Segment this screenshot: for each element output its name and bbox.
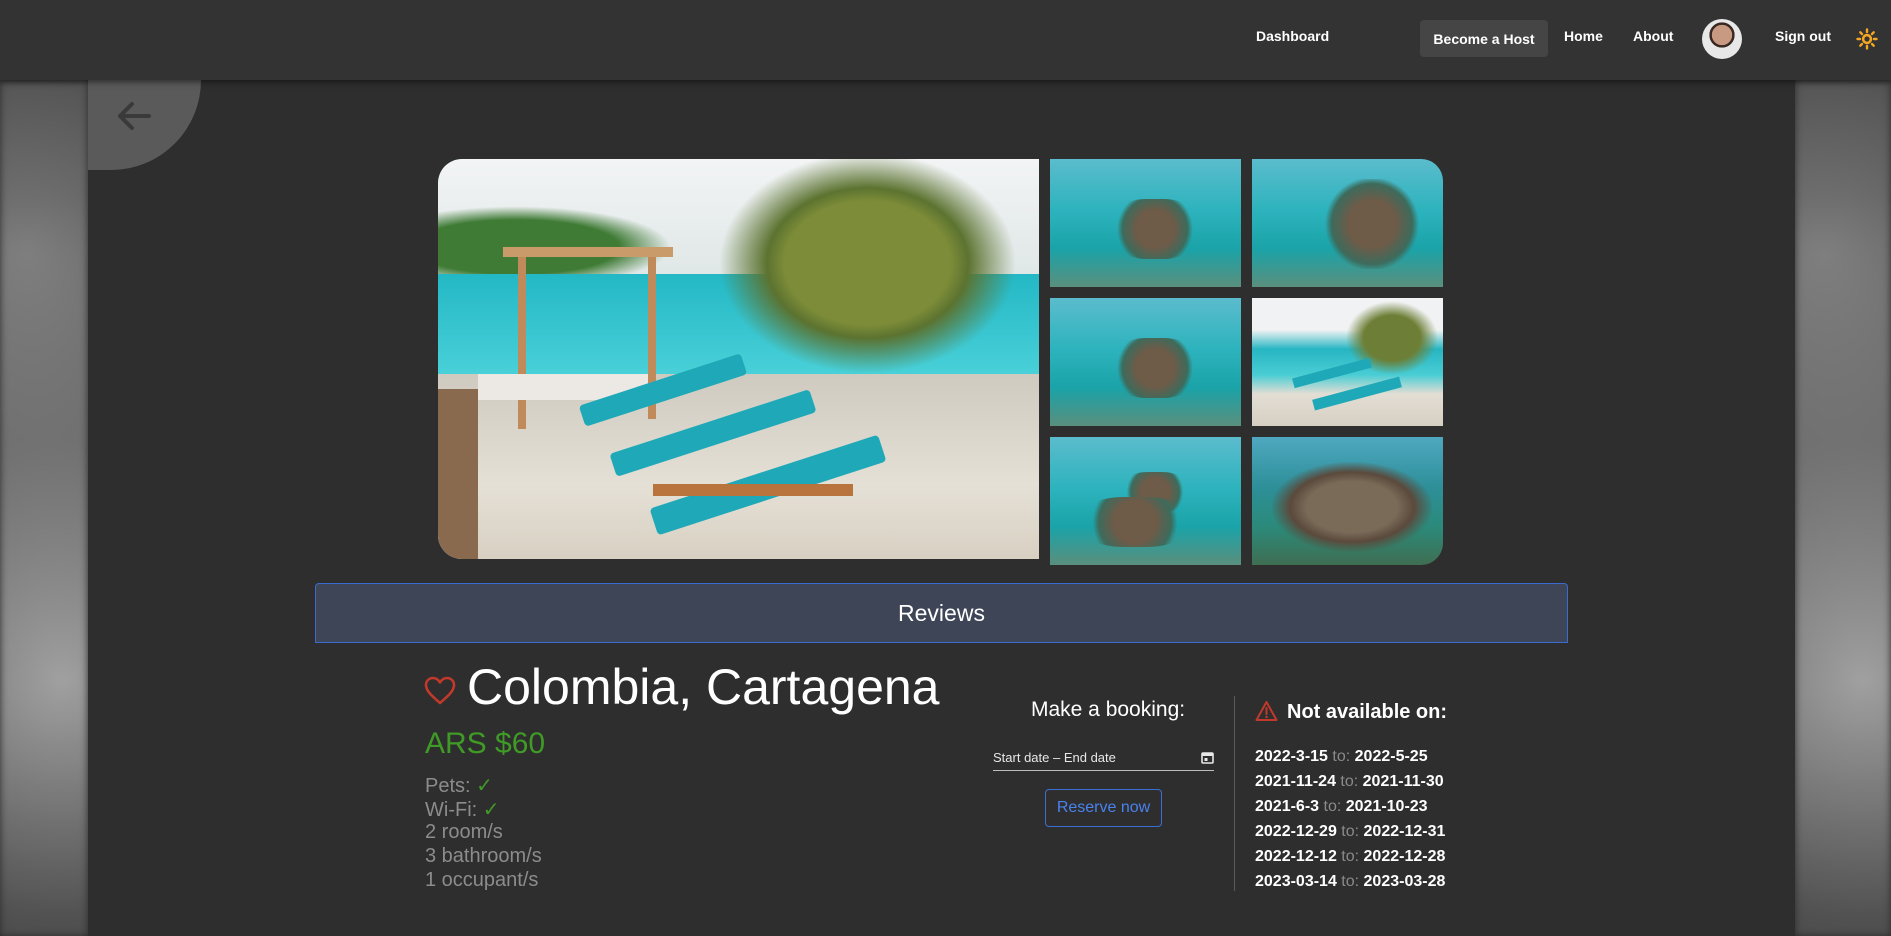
- wifi-feature: Wi-Fi: ✓: [425, 797, 500, 822]
- wifi-label: Wi-Fi:: [425, 799, 478, 821]
- range-start: 2022-12-29: [1255, 823, 1337, 840]
- sign-out-link[interactable]: Sign out: [1775, 28, 1831, 44]
- nav-dashboard-link[interactable]: Dashboard: [1256, 28, 1329, 44]
- date-range-placeholder: Start date – End date: [993, 750, 1116, 765]
- unavailable-range: 2021-6-3 to: 2021-10-23: [1255, 798, 1428, 816]
- unavailable-range: 2023-03-14 to: 2023-03-28: [1255, 873, 1445, 891]
- reviews-tab[interactable]: Reviews: [315, 583, 1568, 643]
- range-start: 2021-6-3: [1255, 798, 1320, 815]
- background-image-left: [0, 80, 88, 936]
- user-avatar[interactable]: [1702, 19, 1742, 59]
- range-to-label: to:: [1336, 848, 1364, 865]
- sun-icon[interactable]: [1856, 28, 1878, 50]
- listing-title: Colombia, Cartagena: [467, 659, 940, 715]
- range-end: 2022-12-28: [1363, 848, 1446, 865]
- range-to-label: to:: [1327, 748, 1355, 765]
- range-end: 2022-5-25: [1354, 748, 1428, 765]
- reserve-now-button[interactable]: Reserve now: [1045, 789, 1162, 827]
- main-photo[interactable]: [438, 159, 1039, 559]
- gallery-thumbnail[interactable]: [1252, 159, 1443, 287]
- date-range-input[interactable]: Start date – End date: [993, 745, 1214, 771]
- background-image-right: [1795, 80, 1891, 936]
- become-host-button[interactable]: Become a Host: [1420, 20, 1548, 57]
- unavailable-range: 2022-12-29 to: 2022-12-31: [1255, 823, 1445, 841]
- range-to-label: to:: [1336, 873, 1364, 890]
- pets-label: Pets:: [425, 775, 471, 797]
- listing-price: ARS $60: [425, 727, 546, 760]
- range-to-label: to:: [1319, 798, 1346, 815]
- gallery-thumbnail[interactable]: [1252, 298, 1443, 426]
- bathrooms-feature: 3 bathroom/s: [425, 845, 542, 867]
- rooms-feature: 2 room/s: [425, 821, 503, 843]
- navbar: Dashboard Become a Host Home About Sign …: [0, 0, 1891, 80]
- range-start: 2023-03-14: [1255, 873, 1337, 890]
- nav-home-link[interactable]: Home: [1564, 28, 1603, 44]
- pets-check-icon: ✓: [476, 775, 493, 797]
- calendar-icon[interactable]: [1201, 751, 1214, 764]
- nav-about-link[interactable]: About: [1633, 28, 1673, 44]
- gallery-thumbnail[interactable]: [1252, 437, 1443, 565]
- gallery-thumbnail[interactable]: [1050, 298, 1241, 426]
- photo-gallery: [438, 159, 1444, 565]
- range-start: 2022-3-15: [1255, 748, 1328, 765]
- wifi-check-icon: ✓: [482, 799, 500, 821]
- gallery-thumbnail[interactable]: [1050, 437, 1241, 565]
- range-to-label: to:: [1336, 823, 1364, 840]
- range-start: 2022-12-12: [1255, 848, 1337, 865]
- unavailable-range: 2021-11-24 to: 2021-11-30: [1255, 773, 1444, 791]
- range-end: 2021-10-23: [1345, 798, 1428, 815]
- range-to-label: to:: [1335, 773, 1363, 790]
- range-end: 2022-12-31: [1363, 823, 1446, 840]
- pets-feature: Pets: ✓: [425, 773, 493, 798]
- not-available-title: Not available on:: [1287, 701, 1448, 723]
- unavailable-range: 2022-12-12 to: 2022-12-28: [1255, 848, 1445, 866]
- range-end: 2021-11-30: [1362, 773, 1444, 790]
- arrow-left-icon: [117, 102, 151, 130]
- section-divider: [1234, 696, 1235, 891]
- heart-icon[interactable]: [424, 676, 456, 706]
- occupants-feature: 1 occupant/s: [425, 869, 539, 891]
- booking-title: Make a booking:: [1031, 698, 1186, 721]
- gallery-thumbnail[interactable]: [1050, 159, 1241, 287]
- warning-icon: [1255, 701, 1278, 721]
- range-start: 2021-11-24: [1255, 773, 1336, 790]
- range-end: 2023-03-28: [1363, 873, 1446, 890]
- unavailable-range: 2022-3-15 to: 2022-5-25: [1255, 748, 1428, 766]
